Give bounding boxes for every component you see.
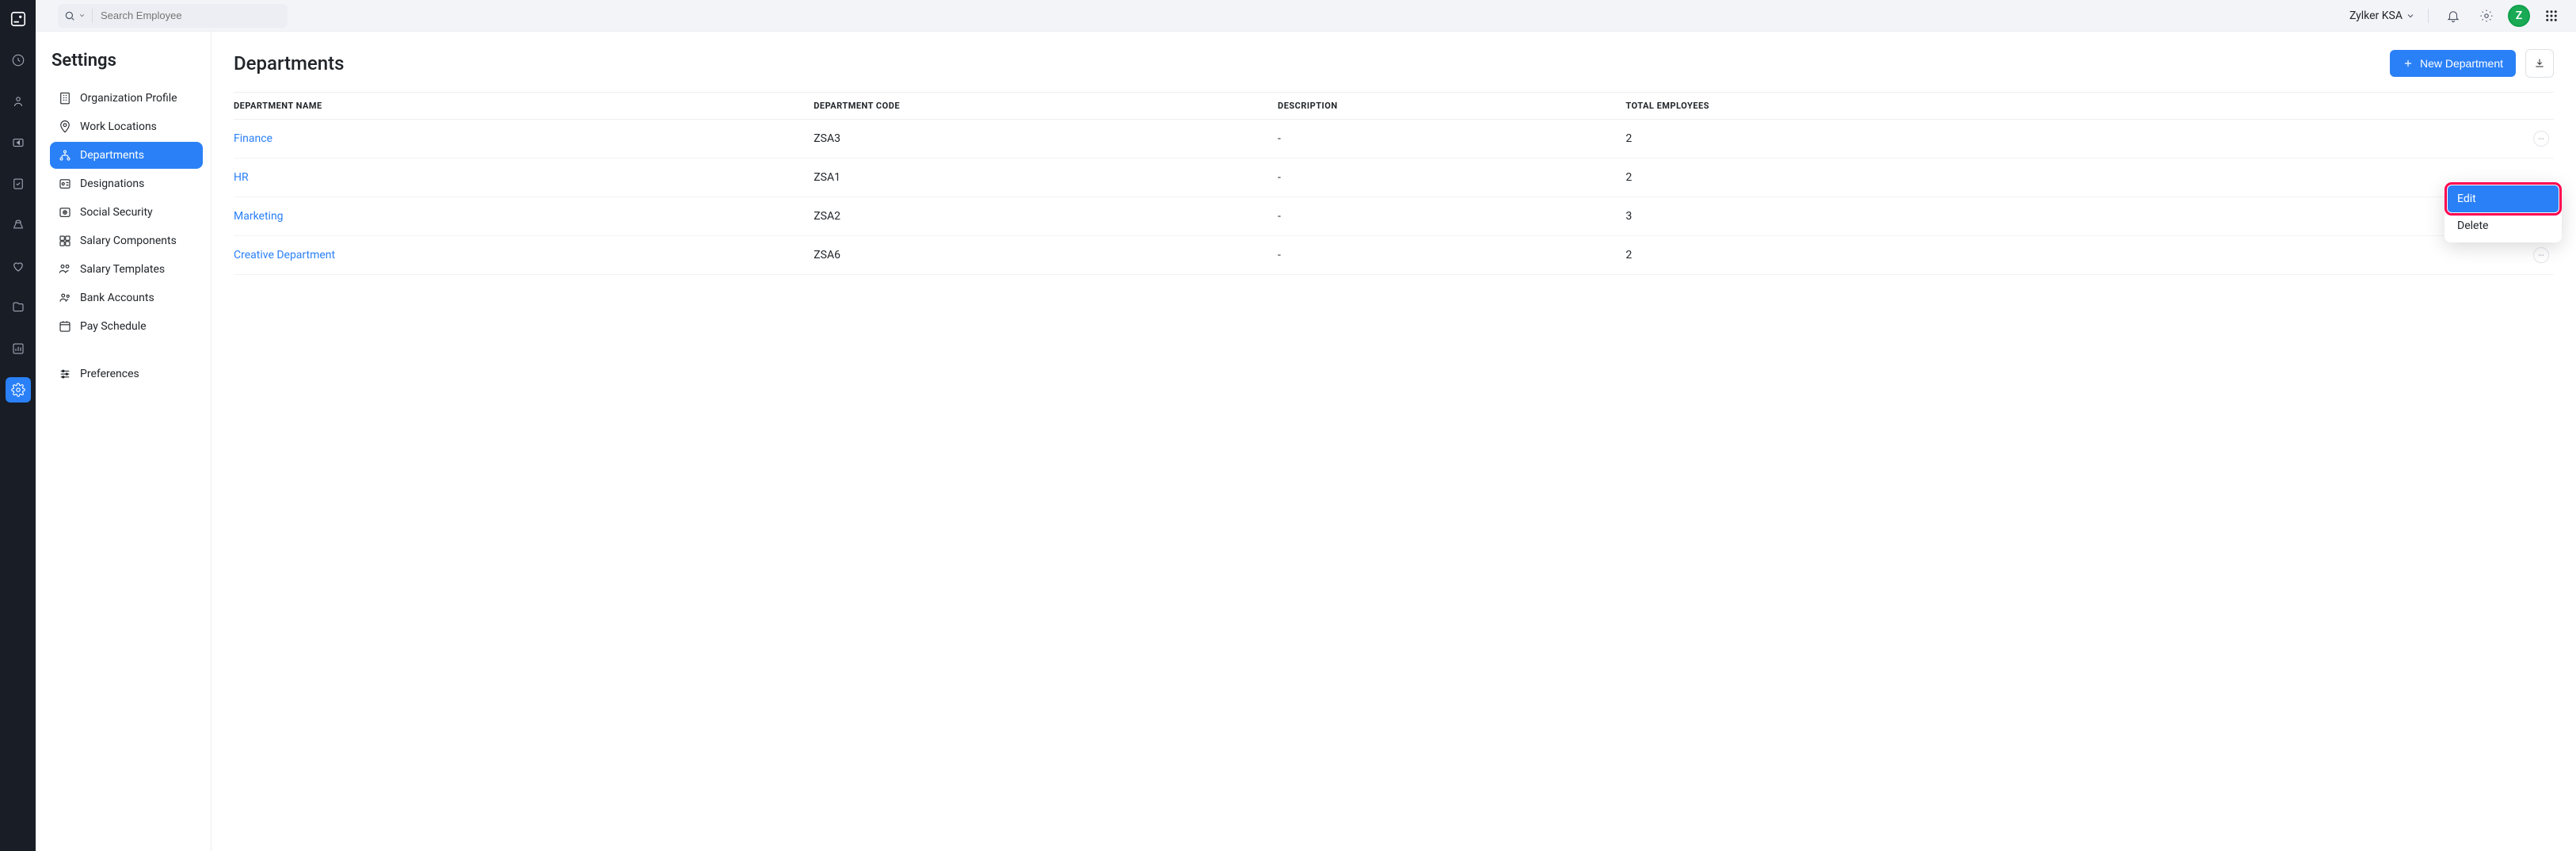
rail-loans-icon[interactable] <box>6 212 31 238</box>
row-actions-icon[interactable] <box>2533 247 2549 263</box>
sidebar-item-designations[interactable]: Designations <box>50 170 203 197</box>
department-code-cell: ZSA3 <box>814 120 1278 158</box>
row-actions-icon[interactable] <box>2533 131 2549 147</box>
department-total-cell: 2 <box>1625 120 2205 158</box>
sidebar-item-label: Salary Templates <box>80 263 165 276</box>
department-code-cell: ZSA2 <box>814 197 1278 236</box>
rail-benefits-icon[interactable] <box>6 254 31 279</box>
department-code-cell: ZSA6 <box>814 236 1278 275</box>
col-department-name: DEPARTMENT NAME <box>234 93 814 120</box>
divider <box>2428 9 2429 23</box>
sidebar-item-label: Work Locations <box>80 120 157 133</box>
context-menu-edit[interactable]: Edit <box>2448 185 2559 212</box>
department-name-link[interactable]: Creative Department <box>234 236 814 275</box>
sidebar-item-bank-accounts[interactable]: Bank Accounts <box>50 284 203 311</box>
department-name-link[interactable]: Finance <box>234 120 814 158</box>
table-row[interactable]: Marketing ZSA2 - 3 <box>234 197 2554 236</box>
sidebar-item-label: Designations <box>80 177 144 190</box>
app-launcher-icon[interactable] <box>2540 4 2563 28</box>
sidebar-item-preferences[interactable]: Preferences <box>50 361 203 387</box>
rail-payruns-icon[interactable] <box>6 130 31 155</box>
sidebar-item-label: Pay Schedule <box>80 320 147 333</box>
department-desc-cell: - <box>1278 236 1625 275</box>
sidebar-item-salary-templates[interactable]: Salary Templates <box>50 256 203 283</box>
table-row[interactable]: HR ZSA1 - 2 <box>234 158 2554 197</box>
search-scope-toggle[interactable] <box>58 10 92 21</box>
sidebar-item-work-locations[interactable]: Work Locations <box>50 113 203 140</box>
sidebar-item-label: Preferences <box>80 368 139 380</box>
sidebar-item-social-security[interactable]: Social Security <box>50 199 203 226</box>
department-name-link[interactable]: Marketing <box>234 197 814 236</box>
context-menu-edit-label: Edit <box>2457 193 2476 205</box>
plus-icon <box>2403 58 2414 69</box>
org-name-label: Zylker KSA <box>2349 10 2403 22</box>
rail-reports-icon[interactable] <box>6 336 31 361</box>
table-row[interactable]: Finance ZSA3 - 2 <box>234 120 2554 158</box>
department-code-cell: ZSA1 <box>814 158 1278 197</box>
department-desc-cell: - <box>1278 197 1625 236</box>
context-menu-delete-label: Delete <box>2457 219 2488 232</box>
department-total-cell: 3 <box>1625 197 2205 236</box>
col-description: DESCRIPTION <box>1278 93 1625 120</box>
search-input[interactable] <box>93 10 288 21</box>
rail-employees-icon[interactable] <box>6 89 31 114</box>
rail-settings-icon[interactable] <box>6 377 31 403</box>
department-total-cell: 2 <box>1625 158 2205 197</box>
department-desc-cell: - <box>1278 158 1625 197</box>
sidebar-item-pay-schedule[interactable]: Pay Schedule <box>50 313 203 340</box>
table-row[interactable]: Creative Department ZSA6 - 2 <box>234 236 2554 275</box>
new-department-button[interactable]: New Department <box>2390 50 2516 77</box>
app-logo-icon[interactable] <box>6 6 31 32</box>
org-switcher[interactable]: Zylker KSA <box>2349 10 2415 22</box>
department-desc-cell: - <box>1278 120 1625 158</box>
rail-approvals-icon[interactable] <box>6 171 31 197</box>
sidebar-item-label: Bank Accounts <box>80 292 154 304</box>
col-department-code: DEPARTMENT CODE <box>814 93 1278 120</box>
sidebar-item-label: Salary Components <box>80 235 177 247</box>
sidebar-item-org-profile[interactable]: Organization Profile <box>50 85 203 112</box>
sidebar-item-label: Departments <box>80 149 144 162</box>
download-icon <box>2533 57 2546 70</box>
sidebar-item-departments[interactable]: Departments <box>50 142 203 169</box>
new-department-label: New Department <box>2420 57 2503 70</box>
avatar-letter: Z <box>2516 10 2522 22</box>
notifications-icon[interactable] <box>2441 4 2465 28</box>
department-total-cell: 2 <box>1625 236 2205 275</box>
sidebar-item-label: Social Security <box>80 206 153 219</box>
row-context-menu: Edit Delete <box>2445 182 2562 242</box>
sidebar-item-salary-components[interactable]: Salary Components <box>50 227 203 254</box>
sidebar-title: Settings <box>50 51 203 71</box>
export-button[interactable] <box>2525 49 2554 78</box>
sidebar-item-label: Organization Profile <box>80 92 177 105</box>
settings-gear-icon[interactable] <box>2475 4 2498 28</box>
rail-documents-icon[interactable] <box>6 295 31 320</box>
department-name-link[interactable]: HR <box>234 158 814 197</box>
col-total-employees: TOTAL EMPLOYEES <box>1625 93 2205 120</box>
context-menu-delete[interactable]: Delete <box>2448 212 2559 239</box>
rail-dashboard-icon[interactable] <box>6 48 31 73</box>
avatar[interactable]: Z <box>2508 5 2530 27</box>
page-title: Departments <box>234 52 344 74</box>
